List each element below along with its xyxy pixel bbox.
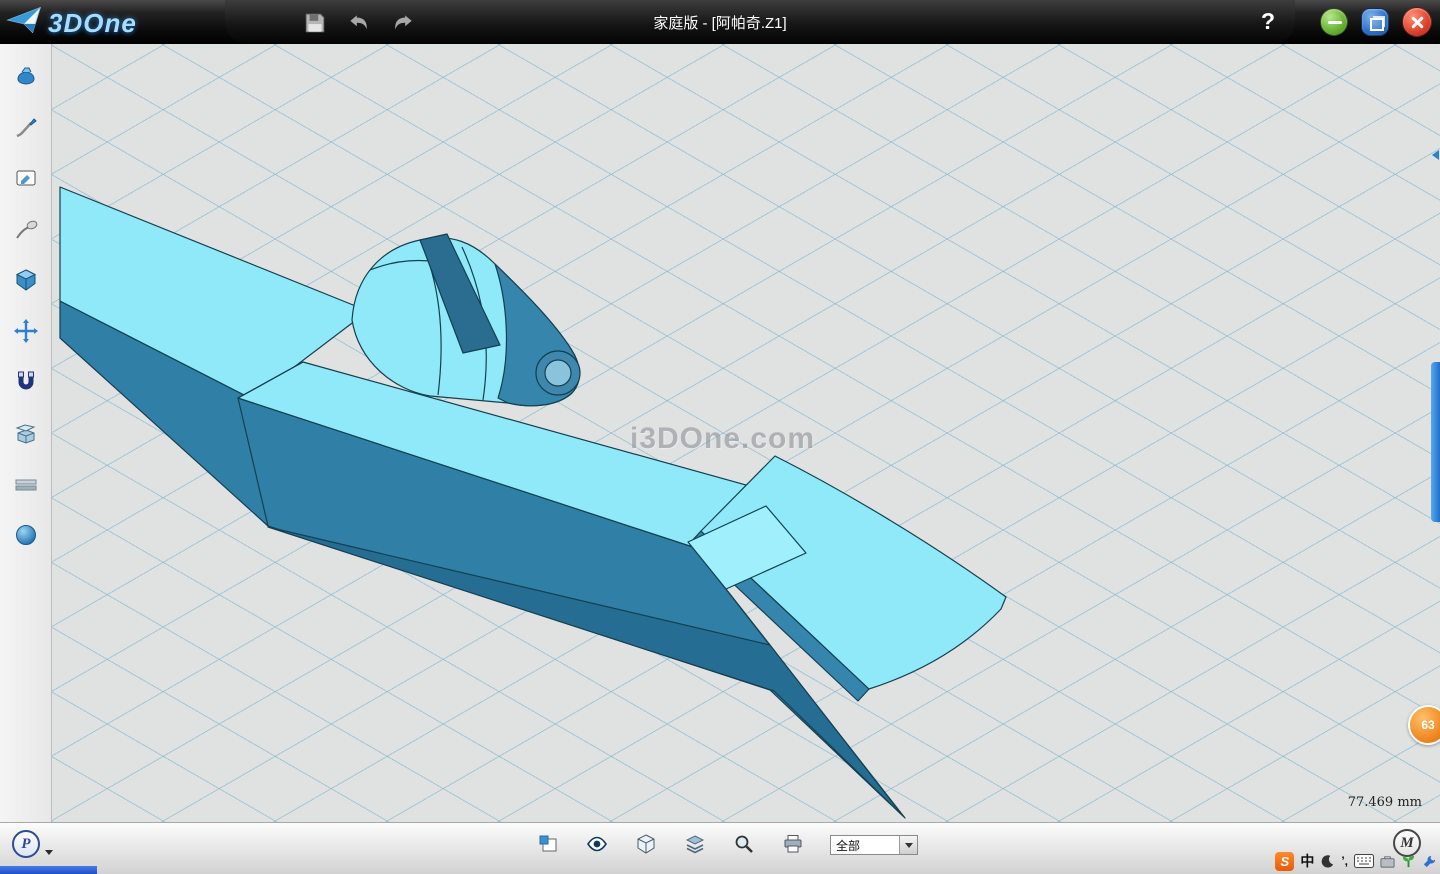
restore-icon xyxy=(1370,18,1384,31)
dropdown-arrow-icon[interactable] xyxy=(899,836,917,854)
titlebar[interactable]: 3DOne 家庭版 - [阿帕奇.Z1] ? xyxy=(0,0,1440,44)
help-button[interactable]: ? xyxy=(1252,5,1284,37)
profile-control: P xyxy=(12,830,53,858)
logo-text: 3DOne xyxy=(48,8,137,39)
tray-wrench-icon[interactable] xyxy=(1422,854,1437,869)
print-icon[interactable] xyxy=(781,833,805,857)
left-toolbar xyxy=(0,44,52,822)
layers-icon[interactable] xyxy=(683,833,707,857)
maximize-button[interactable] xyxy=(1361,8,1389,36)
viewport-3d[interactable]: i3DOne.com 77.469 mm 63 xyxy=(52,44,1440,822)
watermark: i3DOne.com xyxy=(630,422,815,456)
minimize-button[interactable] xyxy=(1320,8,1348,36)
minimize-icon xyxy=(1328,21,1342,24)
magnet-tool-icon[interactable] xyxy=(12,368,40,396)
display-filter-select[interactable]: 全部 xyxy=(830,835,918,855)
move-tool-icon[interactable] xyxy=(12,317,40,345)
sogou-logo-icon[interactable]: S xyxy=(1275,852,1294,871)
visibility-eye-icon[interactable] xyxy=(585,833,609,857)
undo-button[interactable] xyxy=(344,8,374,36)
measure-tool-icon[interactable] xyxy=(12,470,40,498)
material-sphere-icon[interactable] xyxy=(12,521,40,549)
curve-tool-icon[interactable] xyxy=(12,215,40,243)
chinese-mode-button[interactable]: 中 xyxy=(1300,851,1314,871)
logo-plane-icon xyxy=(6,4,44,43)
filter-value: 全部 xyxy=(831,837,899,854)
display-cube-icon[interactable] xyxy=(634,833,658,857)
titlebar-tools xyxy=(300,8,418,36)
window-controls xyxy=(1320,7,1432,37)
punctuation-button[interactable]: ’, xyxy=(1341,854,1348,868)
close-button[interactable] xyxy=(1402,7,1432,37)
redo-button[interactable] xyxy=(388,8,418,36)
model-geometry xyxy=(60,187,1006,818)
notification-badge[interactable]: 63 xyxy=(1408,705,1440,745)
input-method-tray: S 中 ’, xyxy=(1275,851,1437,871)
panel-handle[interactable] xyxy=(1431,362,1440,522)
fullwidth-moon-icon[interactable] xyxy=(1320,854,1335,869)
primitive-shapes-icon[interactable] xyxy=(12,62,40,90)
keyboard-icon[interactable] xyxy=(1354,854,1374,868)
save-button[interactable] xyxy=(300,8,330,36)
tray-plant-icon[interactable] xyxy=(1401,854,1416,869)
app-logo: 3DOne xyxy=(6,4,137,43)
view-toolbar: 全部 xyxy=(536,833,918,857)
statusbar: P 全部 xyxy=(0,822,1440,874)
feature-cube-icon[interactable] xyxy=(12,266,40,294)
zoom-search-icon[interactable] xyxy=(732,833,756,857)
taskbar-fragment xyxy=(0,866,97,874)
panel-arrow-icon[interactable] xyxy=(1432,150,1439,160)
sketch-brush-icon[interactable] xyxy=(12,113,40,141)
profile-caret-icon[interactable] xyxy=(45,850,53,855)
toolbox-icon[interactable] xyxy=(1380,854,1395,869)
assembly-box-icon[interactable] xyxy=(12,419,40,447)
measurement-readout: 77.469 mm xyxy=(1348,795,1422,810)
application-window: 3DOne 家庭版 - [阿帕奇.Z1] ? xyxy=(0,0,1440,874)
sketch-plane-icon[interactable] xyxy=(12,164,40,192)
plane-view-icon[interactable] xyxy=(536,833,560,857)
profile-button[interactable]: P xyxy=(12,830,40,858)
